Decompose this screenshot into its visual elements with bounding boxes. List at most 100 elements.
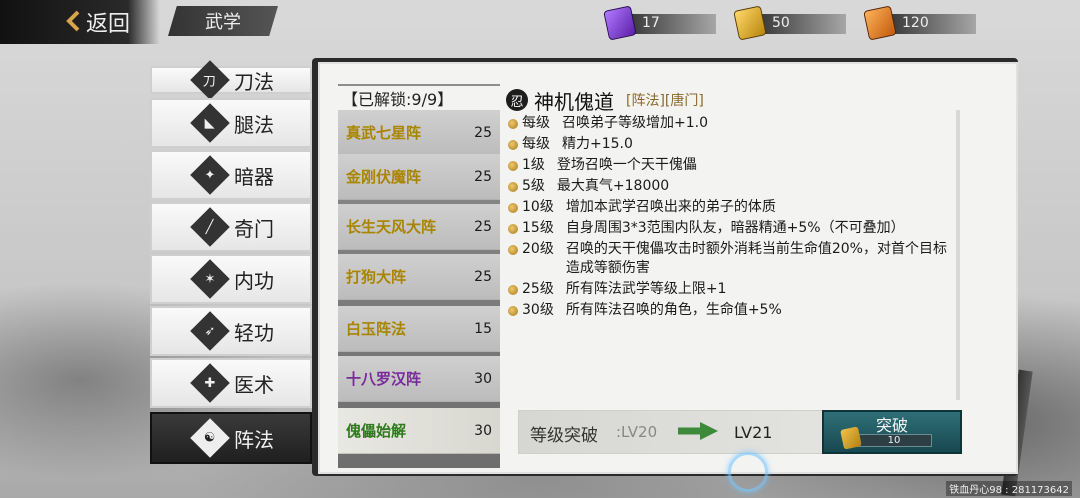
effect-level: 5级 xyxy=(522,178,545,194)
formation-item[interactable]: 白玉阵法 15 xyxy=(338,306,500,352)
medicine-icon: ✚ xyxy=(190,363,230,403)
watermark: 铁血丹心98 : 281173642 xyxy=(946,481,1072,496)
effect-row: 每级 精力+15.0 xyxy=(508,135,958,154)
effect-level: 15级 xyxy=(522,220,554,236)
effect-text: 所有阵法武学等级上限+1 xyxy=(565,281,727,297)
formation-name: 白玉阵法 xyxy=(346,320,407,338)
back-button[interactable]: 返回 xyxy=(0,0,160,44)
category-label: 腿法 xyxy=(234,112,274,137)
category-hidden-weapon[interactable]: ✦ 暗器 xyxy=(150,150,312,200)
shuriken-icon: ✦ xyxy=(190,155,230,195)
effect-text: 精力+15.0 xyxy=(562,136,633,152)
arrow-right-icon xyxy=(678,422,718,440)
formation-item[interactable]: 真武七星阵 25 xyxy=(338,110,500,156)
bullet-icon xyxy=(508,306,518,316)
category-kick[interactable]: ◣ 腿法 xyxy=(150,98,312,148)
effect-row: 10级 增加本武学召唤出来的弟子的体质 xyxy=(508,198,958,217)
bullet-icon xyxy=(508,203,518,213)
resource-gold: 50 xyxy=(733,5,846,41)
formation-level: 30 xyxy=(474,370,492,387)
kick-icon: ◣ xyxy=(190,103,230,143)
category-label: 阵法 xyxy=(234,427,274,452)
resource-value: 120 xyxy=(902,15,929,31)
effect-level: 1级 xyxy=(522,157,545,173)
chevron-left-icon xyxy=(66,10,80,32)
formation-name: 长生天风大阵 xyxy=(346,218,437,236)
formation-item[interactable]: 打狗大阵 25 xyxy=(338,254,500,300)
effect-text: 召唤的天干傀儡攻击时额外消耗当前生命值20%，对首个目标造成等额伤害 xyxy=(565,241,947,276)
category-formation[interactable]: ☯ 阵法 xyxy=(150,412,312,464)
formation-level: 15 xyxy=(474,320,492,337)
formation-level: 25 xyxy=(474,268,492,285)
bullet-icon xyxy=(508,285,518,295)
effect-list: 每级 召唤弟子等级增加+1.0 每级 精力+15.0 1级 登场召唤一个天干傀儡… xyxy=(508,114,958,322)
gold-book-icon xyxy=(733,5,767,41)
effect-row: 1级 登场召唤一个天干傀儡 xyxy=(508,156,958,175)
formation-level: 25 xyxy=(474,124,492,141)
bullet-icon xyxy=(508,245,518,255)
category-label: 刀法 xyxy=(234,69,274,94)
formation-item-selected[interactable]: 傀儡始解 30 xyxy=(338,408,500,454)
formation-name: 傀儡始解 xyxy=(346,422,407,440)
breakthrough-from-level: :LV20 xyxy=(616,423,658,441)
formation-level: 25 xyxy=(474,218,492,235)
effect-text: 最大真气+18000 xyxy=(556,178,670,194)
touch-ring xyxy=(728,452,768,492)
formation-name: 打狗大阵 xyxy=(346,268,407,286)
blade-icon: 刀 xyxy=(190,60,230,100)
effect-row: 30级 所有阵法召唤的角色，生命值+5% xyxy=(508,301,958,320)
effect-row: 25级 所有阵法武学等级上限+1 xyxy=(508,280,958,299)
formation-item[interactable]: 长生天风大阵 25 xyxy=(338,204,500,250)
yin-yang-icon: ☯ xyxy=(190,418,230,458)
unlock-count: 【已解锁:9/9】 xyxy=(338,86,500,110)
category-inner-force[interactable]: ✶ 内功 xyxy=(150,254,312,304)
skill-name: 神机傀道 xyxy=(534,89,614,114)
effect-text: 自身周围3*3范围内队友，暗器精通+5%（不可叠加） xyxy=(565,220,905,236)
formation-item[interactable]: 金刚伏魔阵 25 xyxy=(338,154,500,200)
section-title: 武学 xyxy=(168,6,278,36)
skill-header: 忍 神机傀道 [阵法][唐门] xyxy=(506,86,704,114)
effect-level: 每级 xyxy=(522,115,550,131)
purple-book-icon xyxy=(603,5,637,41)
effect-level: 25级 xyxy=(522,281,554,297)
breakthrough-cost: 10 xyxy=(887,435,901,446)
effect-level: 每级 xyxy=(522,136,550,152)
orange-book-icon xyxy=(863,5,897,41)
bullet-icon xyxy=(508,119,518,129)
effect-row: 每级 召唤弟子等级增加+1.0 xyxy=(508,114,958,133)
breakthrough-to-level: LV21 xyxy=(734,423,773,442)
effect-level: 10级 xyxy=(522,199,554,215)
formation-name: 真武七星阵 xyxy=(346,124,422,142)
category-lightness[interactable]: ➶ 轻功 xyxy=(150,306,312,356)
effect-row: 20级 召唤的天干傀儡攻击时额外消耗当前生命值20%，对首个目标造成等额伤害 xyxy=(508,240,958,278)
resource-orange: 120 xyxy=(863,5,976,41)
odd-weapon-icon: ╱ xyxy=(190,207,230,247)
resource-purple: 17 xyxy=(603,5,716,41)
category-odd-weapon[interactable]: ╱ 奇门 xyxy=(150,202,312,252)
formation-level: 30 xyxy=(474,422,492,439)
resource-value: 50 xyxy=(772,15,790,31)
inner-force-icon: ✶ xyxy=(190,259,230,299)
effect-text: 所有阵法召唤的角色，生命值+5% xyxy=(565,302,782,318)
category-blade[interactable]: 刀 刀法 xyxy=(150,60,312,100)
lightness-icon: ➶ xyxy=(190,311,230,351)
effect-row: 5级 最大真气+18000 xyxy=(508,177,958,196)
bullet-icon xyxy=(508,182,518,192)
category-label: 暗器 xyxy=(234,164,274,189)
category-label: 奇门 xyxy=(234,216,274,241)
gold-book-icon xyxy=(840,426,862,450)
effect-row: 15级 自身周围3*3范围内队友，暗器精通+5%（不可叠加） xyxy=(508,219,958,238)
effect-level: 20级 xyxy=(522,241,554,257)
effect-level: 30级 xyxy=(522,302,554,318)
effect-text: 增加本武学召唤出来的弟子的体质 xyxy=(565,199,776,215)
effect-scrollbar[interactable] xyxy=(956,110,960,400)
category-medicine[interactable]: ✚ 医术 xyxy=(150,358,312,408)
formation-name: 十八罗汉阵 xyxy=(346,370,422,388)
bullet-icon xyxy=(508,161,518,171)
formation-item[interactable]: 十八罗汉阵 30 xyxy=(338,356,500,402)
bullet-icon xyxy=(508,140,518,150)
category-label: 轻功 xyxy=(234,320,274,345)
effect-text: 召唤弟子等级增加+1.0 xyxy=(562,115,708,131)
resource-value: 17 xyxy=(642,15,660,31)
effect-text: 登场召唤一个天干傀儡 xyxy=(556,157,697,173)
